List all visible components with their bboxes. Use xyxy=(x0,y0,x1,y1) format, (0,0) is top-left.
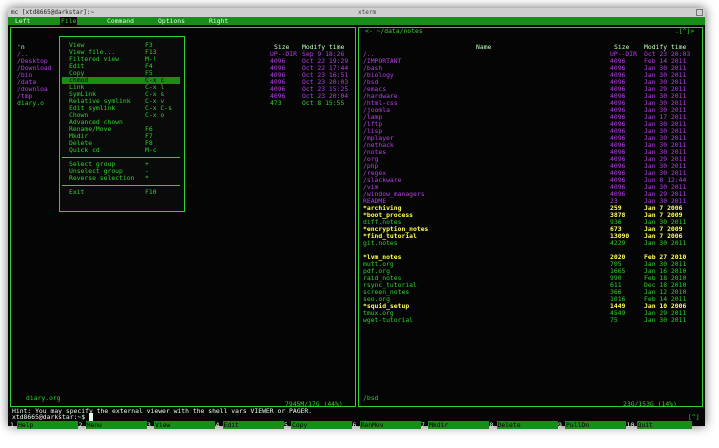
file-row[interactable]: wget-tutorial 75 Jan 30 2011 xyxy=(360,317,701,324)
menu-item-shortcut: C-x o xyxy=(145,111,165,119)
menu-item-label: Exit xyxy=(69,188,85,196)
fkey-mkdir[interactable]: 7 Mkdir xyxy=(421,421,489,429)
menu-item-quick-cd[interactable]: Quick cd M-c xyxy=(62,147,180,154)
window-title-right: xterm xyxy=(358,9,377,16)
menu-command[interactable]: Command xyxy=(107,17,134,25)
file-row[interactable]: git.notes 4229 Jan 30 2011 xyxy=(360,240,701,247)
menu-item-shortcut: M-c xyxy=(145,146,157,154)
menu-item-exit[interactable]: Exit F10 xyxy=(62,189,180,196)
shell-prompt[interactable]: xtd8665@darkstar:~$ xyxy=(12,413,93,421)
fkey-label: Mkdir xyxy=(428,421,489,429)
file-name: git.notes xyxy=(363,239,398,247)
file-mtime: Jan 30 2011 xyxy=(644,316,687,324)
fkey-edit[interactable]: 4 Edit xyxy=(215,421,284,429)
fkey-label: View xyxy=(154,421,215,429)
fkey-renmov[interactable]: 6 RenMov xyxy=(352,421,421,429)
fkey-number: 1 xyxy=(10,421,14,429)
fkey-copy[interactable]: 5 Copy xyxy=(284,421,352,429)
fkey-label: RenMov xyxy=(359,421,421,429)
fkey-number: 8 xyxy=(489,421,494,429)
file-mtime: Jan 30 2011 xyxy=(644,239,687,247)
fkey-number: 3 xyxy=(147,421,151,429)
file-menu: View F3 View file... F13 Filtered view M-! Edi… xyxy=(59,36,185,212)
menu-right[interactable]: Right xyxy=(209,17,228,25)
menu-options[interactable]: Options xyxy=(158,17,185,25)
fkey-label: Quit xyxy=(636,421,692,429)
file-mtime: Oct 8 15:55 xyxy=(302,99,345,107)
menu-separator xyxy=(62,157,180,158)
fkey-number: 2 xyxy=(78,421,83,429)
right-col-name[interactable]: Name xyxy=(476,44,491,51)
fkey-quit[interactable]: 10 Quit xyxy=(626,421,692,429)
right-footer-file: /bsd xyxy=(363,394,379,402)
shell-prompt-text: xtd8665@darkstar:~$ xyxy=(12,413,86,421)
fkey-label: Delete xyxy=(496,421,558,429)
menu-file[interactable]: File xyxy=(60,17,78,25)
menu-bar: Left File Command Options Right xyxy=(8,17,705,25)
fkey-delete[interactable]: 8 Delete xyxy=(489,421,558,429)
menu-left[interactable]: Left xyxy=(15,17,30,25)
menu-item-label: Reverse selection xyxy=(69,174,135,182)
fkey-pulldn[interactable]: 9 PullDn xyxy=(558,421,626,429)
fkey-number: 7 xyxy=(421,421,425,429)
file-name: wget-tutorial xyxy=(363,316,414,324)
left-footer-file: diary.org xyxy=(26,394,61,402)
fkey-number: 10 xyxy=(626,421,635,429)
file-name: diary.o xyxy=(17,99,44,107)
fkey-number: 6 xyxy=(352,421,357,429)
fkey-label: PullDn xyxy=(565,421,626,429)
terminal-area: Left File Command Options Right 'n Size … xyxy=(8,17,705,429)
menu-item-reverse-selection[interactable]: Reverse selection * xyxy=(62,175,180,182)
fkey-help[interactable]: 1 Help xyxy=(10,421,78,429)
file-size: 473 xyxy=(270,99,282,107)
prompt-right-indicator: [^] xyxy=(688,413,700,421)
right-panel[interactable]: <- ~/data/notes .[^]> Name Size Modify t… xyxy=(358,27,703,408)
window-close-icon[interactable] xyxy=(696,9,703,16)
fkey-label: Edit xyxy=(222,421,284,429)
menu-item-label: Quick cd xyxy=(69,146,100,154)
fkey-label: Help xyxy=(17,421,78,429)
menu-separator xyxy=(62,185,180,186)
fkey-menu[interactable]: 2 Menu xyxy=(78,421,147,429)
menu-item-shortcut: F10 xyxy=(145,188,157,196)
fkey-label: Copy xyxy=(291,421,352,429)
fkey-label: Menu xyxy=(85,421,147,429)
file-size: 75 xyxy=(610,316,618,324)
window-titlebar: mc [xtd8665@darkstar]:~ xterm xyxy=(8,8,705,17)
right-panel-bracket[interactable]: .[^]> xyxy=(675,28,694,35)
right-footer-disk: 23G/153G (14%) xyxy=(623,400,677,408)
fkey-view[interactable]: 3 View xyxy=(147,421,215,429)
fkey-number: 9 xyxy=(558,421,562,429)
fkey-number: 4 xyxy=(215,421,220,429)
fkey-number: 5 xyxy=(284,421,288,429)
right-panel-path: <- ~/data/notes xyxy=(365,27,423,35)
function-key-bar: 1 Help 2 Menu 3 View 4 Edit 5 Copy 6 RenMov 7 Mkdir 8 D… xyxy=(8,421,705,429)
terminal-window: mc [xtd8665@darkstar]:~ xterm Left File … xyxy=(8,8,705,429)
menu-item-shortcut: * xyxy=(145,174,149,182)
file-size: 4229 xyxy=(610,239,626,247)
window-title: mc [xtd8665@darkstar]:~ xyxy=(11,9,95,16)
